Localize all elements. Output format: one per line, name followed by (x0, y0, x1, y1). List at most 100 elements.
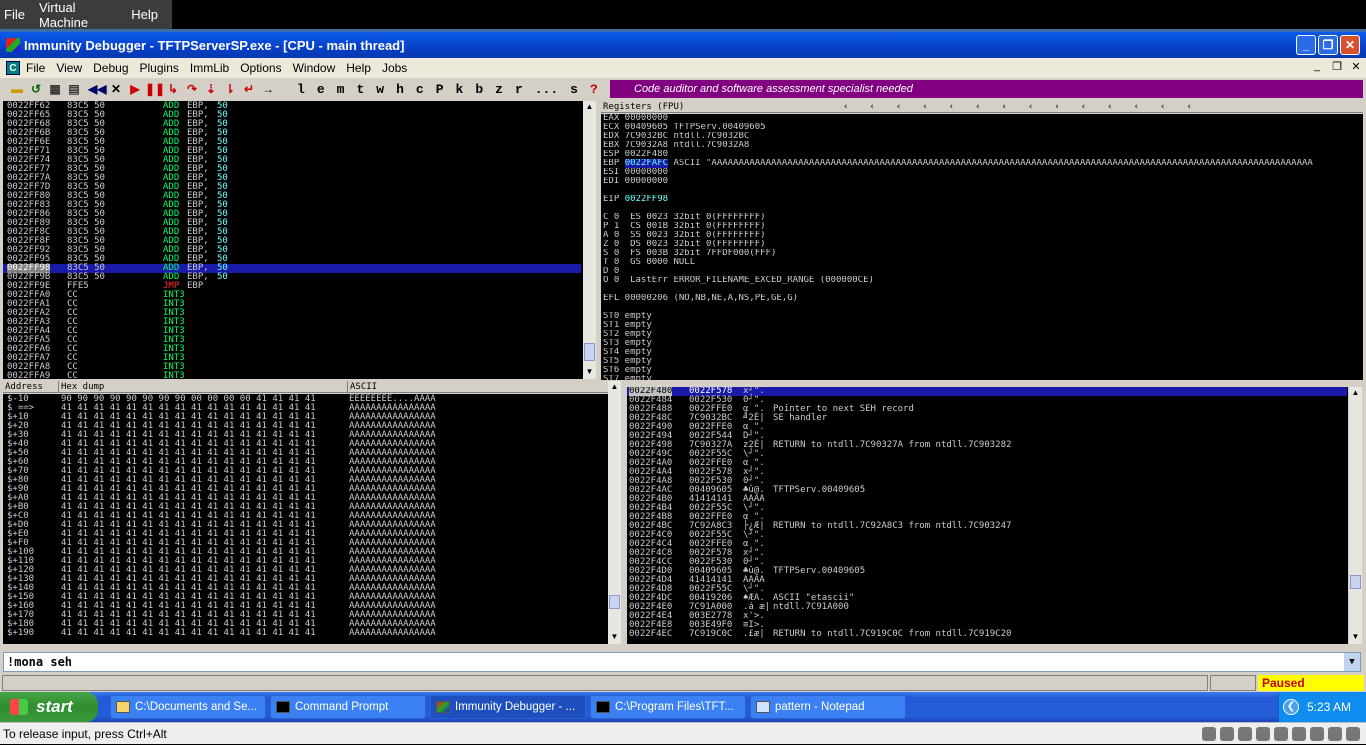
toolbar-breakpoints-button[interactable]: b (475, 82, 483, 97)
disasm-row[interactable]: 0022FFA0 CC INT3 (3, 291, 581, 300)
dump-row[interactable]: $+190 41 41 41 41 41 41 41 41 41 41 41 41… (3, 629, 603, 638)
minimize-icon[interactable]: _ (1296, 35, 1316, 55)
disasm-row[interactable]: 0022FFA2 CC INT3 (3, 309, 581, 318)
stack-row[interactable]: 0022F488 0022FFE0 α ". Pointer to next SEH … (627, 405, 1347, 414)
chevron-left-icon[interactable]: ❮ (1283, 699, 1299, 715)
scroll-thumb[interactable] (609, 595, 620, 609)
menu-file[interactable]: File (26, 61, 45, 75)
mdi-restore-icon[interactable]: ❐ (1328, 60, 1346, 75)
stack-row[interactable]: 0022F498 7C90327A z2É| RETURN to ntdll.7C90… (627, 441, 1347, 450)
scroll-thumb[interactable] (584, 343, 595, 361)
stack-row[interactable]: 0022F4B0 41414141 AAAA (627, 495, 1347, 504)
stack-row[interactable]: 0022F4B4 0022F55C \┘". (627, 504, 1347, 513)
task-explorer[interactable]: C:\Documents and Se... (110, 695, 266, 719)
menu-options[interactable]: Options (240, 61, 281, 75)
toolbar-log-button[interactable]: l (297, 82, 305, 97)
toolbar-help-button[interactable]: ? (590, 82, 598, 97)
stack-row[interactable]: 0022F4CC 0022F530 0┘". (627, 558, 1347, 567)
close-process-icon[interactable]: ✕ (107, 80, 125, 98)
trace-into-icon[interactable]: ⇣ (202, 80, 220, 98)
dump-header-hex[interactable]: Hex dump (59, 381, 348, 393)
mdi-minimize-icon[interactable]: _ (1308, 60, 1326, 75)
stack-row[interactable]: 0022F4D4 41414141 AAAA (627, 576, 1347, 585)
stack-row[interactable]: 0022F49C 0022F55C \┘". (627, 450, 1347, 459)
disassembly-scrollbar[interactable]: ▲ ▼ (583, 101, 596, 379)
menu-jobs[interactable]: Jobs (382, 61, 407, 75)
toolbar-cpu-button[interactable]: c (416, 82, 424, 97)
dump-pane[interactable]: $-10 90 90 90 90 90 90 90 90 00 00 00 00 … (3, 394, 608, 644)
go-to-icon[interactable]: → (259, 80, 277, 98)
printer-icon[interactable] (1292, 727, 1306, 741)
disasm-row[interactable]: 0022FFA9 CC INT3 (3, 372, 581, 380)
cd-drive-icon[interactable] (1202, 727, 1216, 741)
disasm-row[interactable]: 0022FFA1 CC INT3 (3, 300, 581, 309)
disasm-row[interactable]: 0022FFA6 CC INT3 (3, 345, 581, 354)
disasm-row[interactable]: 0022FFA7 CC INT3 (3, 354, 581, 363)
usb-icon[interactable] (1274, 727, 1288, 741)
hdd-icon[interactable] (1238, 727, 1252, 741)
task-tftp-console[interactable]: C:\Program Files\TFT... (590, 695, 746, 719)
stack-row[interactable]: 0022F4DC 00419206 ♠ÆA. ASCII "etascii" (627, 594, 1347, 603)
maximize-icon[interactable]: ❐ (1318, 35, 1338, 55)
stack-row[interactable]: 0022F4AC 00409605 ♣û@. TFTPServ.00409605 (627, 486, 1347, 495)
task-command-prompt[interactable]: Command Prompt (270, 695, 426, 719)
stack-row[interactable]: 0022F4C8 0022F578 x┘". (627, 549, 1347, 558)
mdi-close-icon[interactable]: ✕ (1347, 60, 1365, 75)
vm-menu-file[interactable]: File (4, 7, 25, 22)
sound-icon[interactable] (1310, 727, 1324, 741)
register-column-arrows[interactable]: ‹‹‹‹‹‹‹‹‹‹‹‹‹‹ (841, 101, 1361, 113)
open-folder-icon[interactable]: ▬ (8, 80, 26, 98)
disasm-row[interactable]: 0022FFA8 CC INT3 (3, 363, 581, 372)
stack-row[interactable]: 0022F4BC 7C92A8C3 ├¿Æ| RETURN to ntdll.7C92… (627, 522, 1347, 531)
toolbar-threads-button[interactable]: t (356, 82, 364, 97)
toolbar-memory-button[interactable]: m (337, 82, 345, 97)
banner-ad[interactable]: Code auditor and software assessment spe… (610, 80, 1363, 98)
execute-till-return-icon[interactable]: ↵ (240, 80, 258, 98)
restart-icon[interactable]: ↺ (27, 80, 45, 98)
dump-scrollbar[interactable]: ▲ ▼ (608, 381, 621, 644)
disasm-row[interactable]: 0022FFA4 CC INT3 (3, 327, 581, 336)
scroll-down-icon[interactable]: ▼ (609, 632, 620, 643)
scroll-down-icon[interactable]: ▼ (1350, 632, 1361, 643)
options-icon[interactable]: ▦ (46, 80, 64, 98)
message-icon[interactable] (1328, 727, 1342, 741)
dump-header-address[interactable]: Address (3, 381, 59, 393)
toolbar-callstack-button[interactable]: k (456, 82, 464, 97)
disasm-row[interactable]: 0022FFA3 CC INT3 (3, 318, 581, 327)
scroll-up-icon[interactable]: ▲ (609, 382, 620, 393)
stack-row[interactable]: 0022F4A4 0022F578 x┘". (627, 468, 1347, 477)
trace-over-icon[interactable]: ⇂ (221, 80, 239, 98)
stack-row[interactable]: 0022F4D8 0022F55C \┘". (627, 585, 1347, 594)
menu-debug[interactable]: Debug (93, 61, 128, 75)
menu-help[interactable]: Help (346, 61, 371, 75)
menu-view[interactable]: View (56, 61, 82, 75)
stack-row[interactable]: 0022F4E0 7C91A000 .á æ| ntdll.7C91A000 (627, 603, 1347, 612)
toolbar-patches-button[interactable]: P (436, 82, 444, 97)
stack-row[interactable]: 0022F4A8 0022F530 0┘". (627, 477, 1347, 486)
vm-menu-help[interactable]: Help (131, 7, 158, 22)
fullscreen-icon[interactable] (1346, 727, 1360, 741)
stack-row[interactable]: 0022F484 0022F530 0┘". (627, 396, 1347, 405)
rewind-icon[interactable]: ◀◀ (88, 80, 106, 98)
close-icon[interactable]: ✕ (1340, 35, 1360, 55)
network-icon[interactable] (1256, 727, 1270, 741)
task-notepad[interactable]: pattern - Notepad (750, 695, 906, 719)
run-icon[interactable]: ▶ (126, 80, 144, 98)
menu-plugins[interactable]: Plugins (140, 61, 179, 75)
command-input[interactable]: !mona seh ▼ (3, 652, 1361, 672)
toolbar-z-button[interactable]: z (495, 82, 503, 97)
task-immunity-debugger[interactable]: Immunity Debugger - ... (430, 695, 586, 719)
stack-row[interactable]: 0022F480 0022F578 x┘". (627, 387, 1347, 396)
toolbar-references-button[interactable]: r (515, 82, 523, 97)
clock[interactable]: 5:23 AM (1307, 692, 1351, 722)
stack-row[interactable]: 0022F4EC 7C919C0C .£æ| RETURN to ntdll.7C91… (627, 630, 1347, 639)
disasm-row[interactable]: 0022FF9B 83C5 50 ADD EBP, 50 (3, 273, 581, 282)
stack-row[interactable]: 0022F4A0 0022FFE0 α ". (627, 459, 1347, 468)
scroll-down-icon[interactable]: ▼ (584, 367, 595, 378)
menu-immlib[interactable]: ImmLib (190, 61, 229, 75)
toolbar-executable-button[interactable]: e (317, 82, 325, 97)
memory-icon[interactable]: ▤ (65, 80, 83, 98)
stack-row[interactable]: 0022F4E4 003E2778 x'>. (627, 612, 1347, 621)
scroll-thumb[interactable] (1350, 575, 1361, 589)
scroll-up-icon[interactable]: ▲ (584, 102, 595, 113)
